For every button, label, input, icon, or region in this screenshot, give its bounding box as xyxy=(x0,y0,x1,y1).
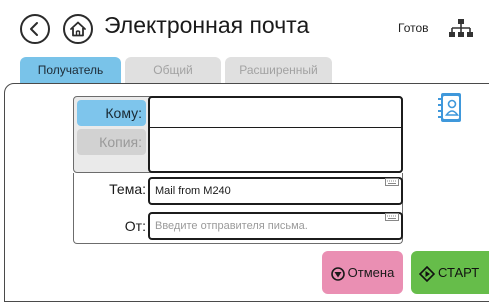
tab-advanced[interactable]: Расширенный xyxy=(225,57,332,83)
email-screen: Электронная почта Готов Получатель Общий… xyxy=(0,0,489,302)
home-button[interactable] xyxy=(63,14,93,44)
cancel-button[interactable]: Отмена xyxy=(322,251,403,294)
keyboard-icon[interactable] xyxy=(385,178,399,186)
tab-recipient[interactable]: Получатель xyxy=(20,57,121,83)
page-title: Электронная почта xyxy=(104,12,310,38)
subject-label: Тема: xyxy=(109,181,146,197)
tab-general[interactable]: Общий xyxy=(125,57,221,83)
address-book-icon[interactable] xyxy=(437,92,463,124)
home-icon xyxy=(70,21,86,37)
back-button[interactable] xyxy=(20,14,50,44)
cancel-label: Отмена xyxy=(347,265,395,280)
network-icon xyxy=(449,19,473,37)
back-icon xyxy=(30,22,38,36)
stop-icon xyxy=(330,266,345,281)
keyboard-icon[interactable] xyxy=(385,213,399,221)
status-text: Готов xyxy=(398,21,429,35)
start-label: СТАРТ xyxy=(438,265,480,280)
start-icon xyxy=(419,265,435,282)
header: Электронная почта Готов xyxy=(0,0,489,56)
from-field[interactable]: Введите отправителя письма. xyxy=(148,212,403,240)
tab-bar: Получатель Общий Расширенный xyxy=(0,57,489,83)
start-button[interactable]: СТАРТ xyxy=(411,251,489,294)
recipients-field[interactable] xyxy=(148,96,403,173)
from-label: От: xyxy=(124,218,146,234)
recipients-divider xyxy=(150,127,401,128)
cc-button[interactable]: Копия: xyxy=(77,129,146,155)
to-button[interactable]: Кому: xyxy=(77,100,146,126)
subject-field[interactable]: Mail from M240 xyxy=(148,177,403,205)
